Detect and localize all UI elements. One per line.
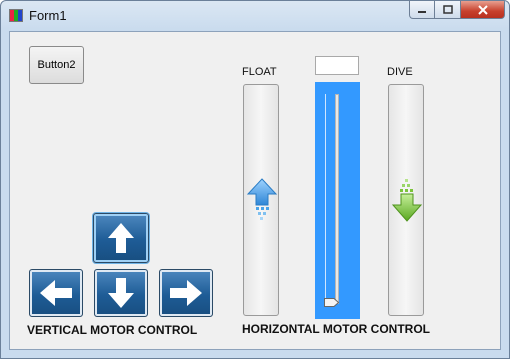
down-arrow-button[interactable] (94, 269, 148, 317)
title-bar[interactable]: Form1 (1, 1, 509, 31)
maximize-icon (442, 5, 453, 14)
trackbar-tick-line (325, 94, 326, 304)
trackbar-groove (335, 94, 339, 304)
right-arrow-icon (170, 280, 202, 306)
float-up-arrow-icon (246, 178, 278, 220)
dive-button[interactable] (388, 84, 424, 316)
down-arrow-icon (108, 278, 134, 308)
dive-down-arrow-icon (391, 179, 423, 222)
maximize-button[interactable] (435, 1, 461, 19)
left-arrow-button[interactable] (29, 269, 83, 317)
vertical-motor-control-label: VERTICAL MOTOR CONTROL (27, 323, 198, 337)
close-button[interactable] (461, 1, 505, 19)
right-arrow-button[interactable] (159, 269, 213, 317)
value-textbox[interactable] (315, 56, 359, 75)
minimize-icon (418, 10, 426, 13)
horizontal-motor-trackbar[interactable] (315, 82, 360, 319)
up-arrow-button[interactable] (93, 213, 149, 263)
trackbar-thumb[interactable] (324, 298, 339, 307)
float-label: FLOAT (242, 66, 277, 78)
left-arrow-icon (40, 280, 72, 306)
dive-label: DIVE (387, 66, 413, 78)
up-arrow-icon (108, 223, 134, 253)
form-app-icon[interactable] (9, 9, 23, 22)
float-button[interactable] (243, 84, 279, 316)
form-client-area: Button2 VERTICAL MOTOR CONTROL FLOAT DIV… (9, 31, 501, 350)
minimize-button[interactable] (409, 1, 435, 19)
window-title: Form1 (29, 8, 67, 23)
main-window: Form1 Button2 VERTICAL MOTOR CONTROL FLO… (0, 0, 510, 359)
close-icon (477, 4, 488, 15)
horizontal-motor-control-label: HORIZONTAL MOTOR CONTROL (242, 322, 430, 336)
window-controls (409, 1, 505, 19)
button2[interactable]: Button2 (29, 46, 84, 84)
